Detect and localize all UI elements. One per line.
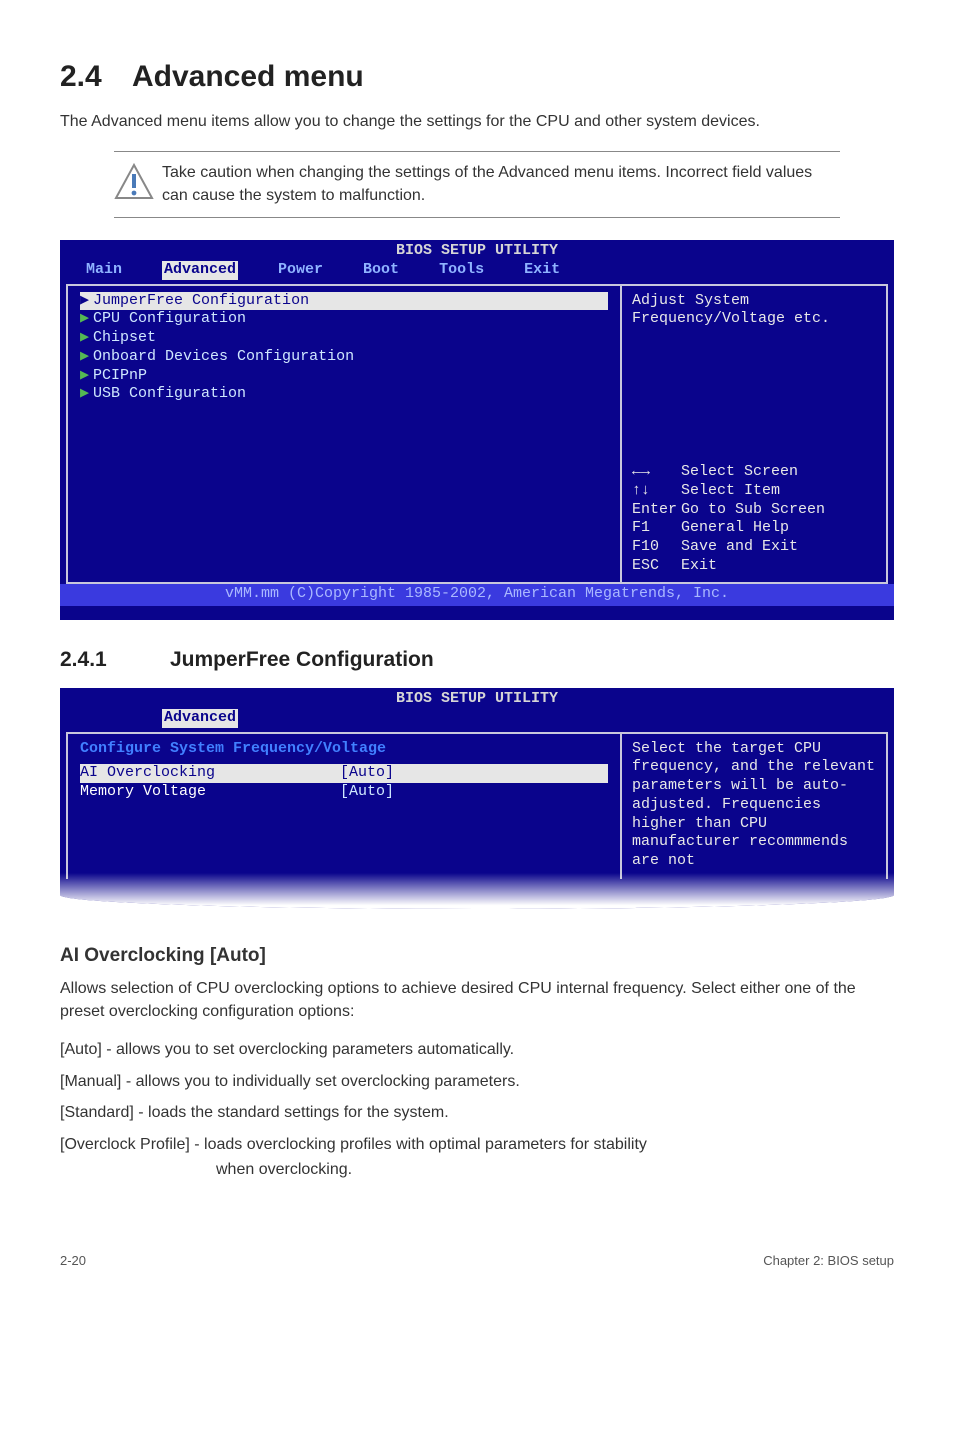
bios-menubar: Main Advanced Power Boot Tools Exit xyxy=(60,261,894,284)
subsection-number: 2.4.1 xyxy=(60,648,170,672)
bios-menu-item: Boot xyxy=(363,261,399,280)
bios-menu-selected: Advanced xyxy=(162,709,238,728)
bios-menubar: MainAdvanced xyxy=(60,709,894,732)
bios-menu-item: Tools xyxy=(439,261,484,280)
option-item: [Auto] - allows you to set overclocking … xyxy=(60,1037,894,1063)
page-footer: 2-20 Chapter 2: BIOS setup xyxy=(60,1253,894,1268)
bios-item: ▶PCIPnP xyxy=(80,367,608,386)
bios-panel-header: Configure System Frequency/Voltage xyxy=(80,740,608,759)
bios-footer: vMM.mm (C)Copyright 1985-2002, American … xyxy=(60,584,894,607)
footer-right: Chapter 2: BIOS setup xyxy=(763,1253,894,1268)
section-heading: 2.4Advanced menu xyxy=(60,60,894,94)
warning-icon xyxy=(114,162,162,207)
subsection-heading: 2.4.1JumperFree Configuration xyxy=(60,648,894,672)
option-item: [Overclock Profile] - loads overclocking… xyxy=(60,1132,894,1183)
bios-menu-item: Exit xyxy=(524,261,560,280)
bios-help-text: Select the target CPU frequency, and the… xyxy=(620,734,886,879)
footer-left: 2-20 xyxy=(60,1253,86,1268)
section-title: Advanced menu xyxy=(132,60,364,93)
option-paragraph: Allows selection of CPU overclocking opt… xyxy=(60,977,894,1023)
bios-menu-item: Power xyxy=(278,261,323,280)
option-item: [Manual] - allows you to individually se… xyxy=(60,1069,894,1095)
bios-item: ▶USB Configuration xyxy=(80,385,608,404)
bios-item: ▶Chipset xyxy=(80,329,608,348)
bios-item: ▶JumperFree Configuration xyxy=(80,292,608,311)
section-number: 2.4 xyxy=(60,60,132,94)
bios-key-legend: ←→Select Screen↑↓Select ItemEnterGo to S… xyxy=(632,463,876,576)
bios-left-panel: ▶JumperFree Configuration▶CPU Configurat… xyxy=(68,286,620,582)
note-callout: Take caution when changing the settings … xyxy=(114,151,840,218)
bios-left-panel: Configure System Frequency/Voltage AI Ov… xyxy=(68,734,620,879)
option-heading: AI Overclocking [Auto] xyxy=(60,945,894,967)
bios-right-panel: Adjust System Frequency/Voltage etc. ←→S… xyxy=(620,286,886,582)
subsection-title: JumperFree Configuration xyxy=(170,648,434,671)
bios-title: BIOS SETUP UTILITY xyxy=(60,688,894,709)
bios-screenshot-jumperfree: BIOS SETUP UTILITY MainAdvanced Configur… xyxy=(60,688,894,909)
bios-title: BIOS SETUP UTILITY xyxy=(60,240,894,261)
bios-item: ▶CPU Configuration xyxy=(80,310,608,329)
bios-setting-row: Memory Voltage[Auto] xyxy=(80,783,608,802)
bios-setting-row: AI Overclocking[Auto] xyxy=(80,764,608,783)
bios-menu-item: Main xyxy=(86,261,122,280)
bios-help-text: Adjust System Frequency/Voltage etc. xyxy=(632,292,876,330)
intro-paragraph: The Advanced menu items allow you to cha… xyxy=(60,110,894,133)
option-item: [Standard] - loads the standard settings… xyxy=(60,1100,894,1126)
bios-screenshot-advanced: BIOS SETUP UTILITY Main Advanced Power Boot… xyxy=(60,240,894,620)
option-list: [Auto] - allows you to set overclocking … xyxy=(60,1037,894,1183)
bios-item: ▶Onboard Devices Configuration xyxy=(80,348,608,367)
note-text: Take caution when changing the settings … xyxy=(162,162,840,207)
bios-menu-item: Advanced xyxy=(162,261,238,280)
